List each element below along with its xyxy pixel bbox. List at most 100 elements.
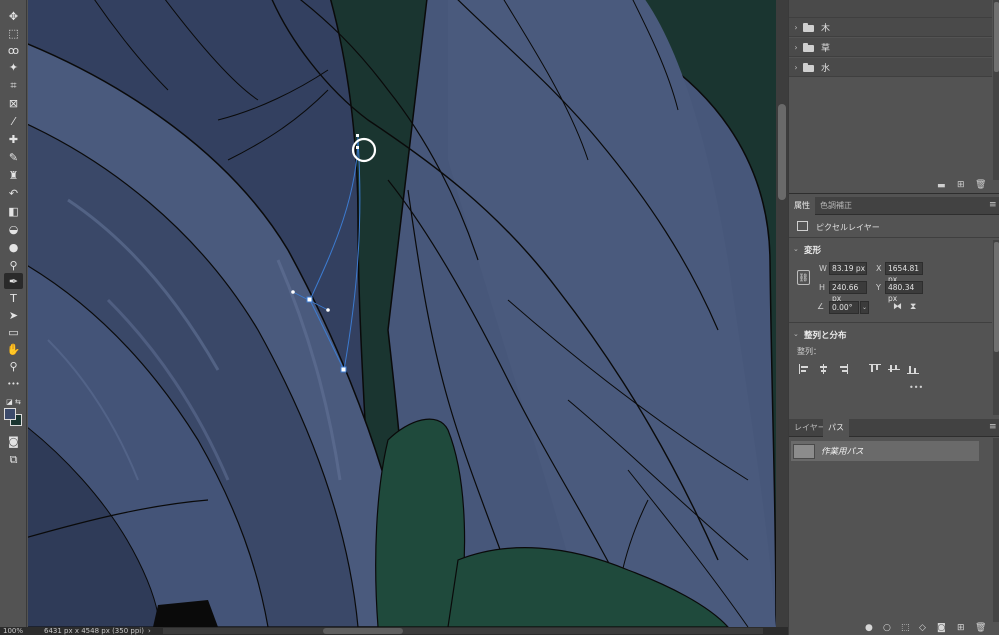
paths-scrollbar[interactable]	[993, 438, 999, 622]
folder-icon	[803, 62, 815, 72]
trash-icon[interactable]: 🗑	[975, 181, 986, 190]
layer-group-label: 水	[821, 63, 831, 74]
tools-panel: ✥ ⬚ ꝏ ✦ ⌗ ⊠ ⁄ ✚ ✎ ♜ ↶ ◧ ◒ ● ⚲ ✒ T ➤ ▭ ✋ ⚲ ••• ◪ ⇆ ◙ ⧉	[0, 0, 27, 627]
path-thumbnail	[793, 443, 815, 459]
angle-field[interactable]: 0.00°	[829, 301, 859, 314]
quick-mask-icon[interactable]: ◙	[4, 433, 23, 449]
add-mask-icon[interactable]: ◙	[937, 622, 946, 635]
fill-path-icon[interactable]: ●	[865, 622, 873, 635]
align-sub-label: 整列：	[797, 347, 821, 356]
h-label: H	[819, 283, 826, 292]
chevron-right-icon[interactable]: ›	[789, 63, 803, 72]
align-left-icon[interactable]	[799, 364, 811, 374]
right-panels: › 木 › 草 › 水 ▬ ⊞ 🗑 属性 色調補正 ≡ ピクセルレイヤー ⌄ 変形 ⛓ W…	[788, 0, 999, 635]
panel-menu-icon[interactable]: ≡	[989, 423, 997, 432]
dodge-tool-icon[interactable]: ⚲	[4, 257, 23, 273]
scroll-thumb[interactable]	[994, 2, 999, 72]
new-layer-icon[interactable]: ⊞	[957, 181, 965, 190]
path-selection-tool-icon[interactable]: ➤	[4, 307, 23, 323]
path-item[interactable]: 作業用パス	[791, 441, 979, 461]
chevron-right-icon[interactable]: ›	[789, 43, 803, 52]
canvas-horizontal-scrollbar[interactable]	[163, 628, 763, 634]
zoom-tool-icon[interactable]: ⚲	[4, 358, 23, 374]
y-label: Y	[876, 283, 881, 292]
stroke-path-icon[interactable]: ○	[883, 622, 891, 635]
eyedropper-tool-icon[interactable]: ⁄	[4, 113, 23, 129]
move-tool-icon[interactable]: ✥	[4, 8, 23, 24]
hand-tool-icon[interactable]: ✋	[4, 341, 23, 357]
healing-brush-tool-icon[interactable]: ✚	[4, 131, 23, 147]
crop-tool-icon[interactable]: ⌗	[4, 77, 23, 93]
align-top-icon[interactable]	[869, 364, 881, 374]
layers-footer: ▬ ⊞ 🗑	[789, 180, 999, 194]
tab-adjustments[interactable]: 色調補正	[815, 197, 857, 215]
new-group-icon[interactable]: ▬	[937, 182, 946, 191]
more-tools-icon[interactable]: •••	[4, 376, 23, 392]
eraser-tool-icon[interactable]: ◧	[4, 203, 23, 219]
scroll-thumb[interactable]	[778, 104, 786, 200]
flip-vertical-icon[interactable]: ⧗	[910, 302, 916, 312]
trash-icon[interactable]: 🗑	[975, 622, 986, 635]
align-right-icon[interactable]	[837, 364, 849, 374]
tab-properties[interactable]: 属性	[789, 197, 815, 215]
layer-group-label: 木	[821, 23, 831, 34]
stamp-tool-icon[interactable]: ♜	[4, 167, 23, 183]
link-icon[interactable]: ⛓	[797, 270, 810, 285]
canvas-vertical-scrollbar[interactable]	[776, 0, 788, 627]
history-brush-tool-icon[interactable]: ↶	[4, 185, 23, 201]
chevron-down-icon[interactable]: ⌄	[793, 330, 799, 338]
flip-horizontal-icon[interactable]: ⧓	[893, 302, 902, 312]
document-canvas[interactable]	[28, 0, 776, 627]
layer-group-row[interactable]: › 草	[789, 38, 992, 57]
divider	[789, 322, 992, 323]
tab-paths[interactable]: パス	[823, 419, 849, 437]
marquee-tool-icon[interactable]: ⬚	[4, 25, 23, 41]
more-options-icon[interactable]: •••	[909, 383, 923, 392]
properties-tabs: 属性 色調補正 ≡	[789, 197, 999, 215]
layer-group-row[interactable]: › 木	[789, 18, 992, 37]
rectangle-tool-icon[interactable]: ▭	[4, 324, 23, 340]
new-path-icon[interactable]: ⊞	[957, 622, 965, 635]
align-center-v-icon[interactable]	[888, 364, 900, 374]
pixel-layer-icon	[797, 221, 808, 231]
lasso-tool-icon[interactable]: ꝏ	[4, 42, 23, 58]
x-field[interactable]: 1654.81 px	[885, 262, 923, 284]
pen-tool-icon[interactable]: ✒	[4, 273, 23, 289]
angle-dropdown-icon[interactable]: ⌄	[860, 301, 869, 314]
foreground-color-swatch[interactable]	[4, 408, 16, 420]
status-menu-arrow[interactable]: ›	[148, 627, 151, 635]
layer-type-label: ピクセルレイヤー	[816, 223, 880, 232]
layer-group-row[interactable]: › 水	[789, 58, 992, 77]
type-tool-icon[interactable]: T	[4, 290, 23, 306]
properties-scrollbar[interactable]	[993, 240, 999, 415]
make-path-icon[interactable]: ◇	[919, 622, 926, 635]
x-label: X	[876, 264, 882, 273]
scroll-thumb[interactable]	[323, 628, 403, 634]
align-bottom-icon[interactable]	[907, 364, 919, 374]
y-field[interactable]: 480.34 px	[885, 281, 923, 303]
blur-tool-icon[interactable]: ●	[4, 239, 23, 255]
artwork	[28, 0, 776, 627]
magic-wand-tool-icon[interactable]: ✦	[4, 59, 23, 75]
layers-empty-area	[789, 78, 992, 180]
chevron-right-icon[interactable]: ›	[789, 23, 803, 32]
paint-bucket-tool-icon[interactable]: ◒	[4, 221, 23, 237]
frame-tool-icon[interactable]: ⊠	[4, 95, 23, 111]
paths-footer: ● ○ ⬚ ◇ ◙ ⊞ 🗑	[789, 622, 999, 635]
screen-mode-icon[interactable]: ⧉	[4, 451, 23, 467]
height-field[interactable]: 240.66 px	[829, 281, 867, 303]
scroll-thumb[interactable]	[994, 242, 999, 352]
layer-type-row: ピクセルレイヤー	[789, 216, 999, 238]
panel-menu-icon[interactable]: ≡	[989, 201, 997, 210]
align-center-h-icon[interactable]	[818, 364, 830, 374]
chevron-down-icon[interactable]: ⌄	[793, 245, 799, 253]
width-field[interactable]: 83.19 px	[829, 262, 867, 275]
angle-icon: ∠	[817, 302, 825, 311]
document-size: 6431 px x 4548 px (350 ppi)	[44, 627, 144, 635]
load-selection-icon[interactable]: ⬚	[901, 622, 910, 635]
brush-tool-icon[interactable]: ✎	[4, 149, 23, 165]
folder-icon	[803, 42, 815, 52]
layers-scrollbar[interactable]	[993, 0, 999, 180]
layer-row-partial[interactable]	[789, 0, 992, 18]
zoom-level[interactable]: 100%	[3, 627, 23, 635]
